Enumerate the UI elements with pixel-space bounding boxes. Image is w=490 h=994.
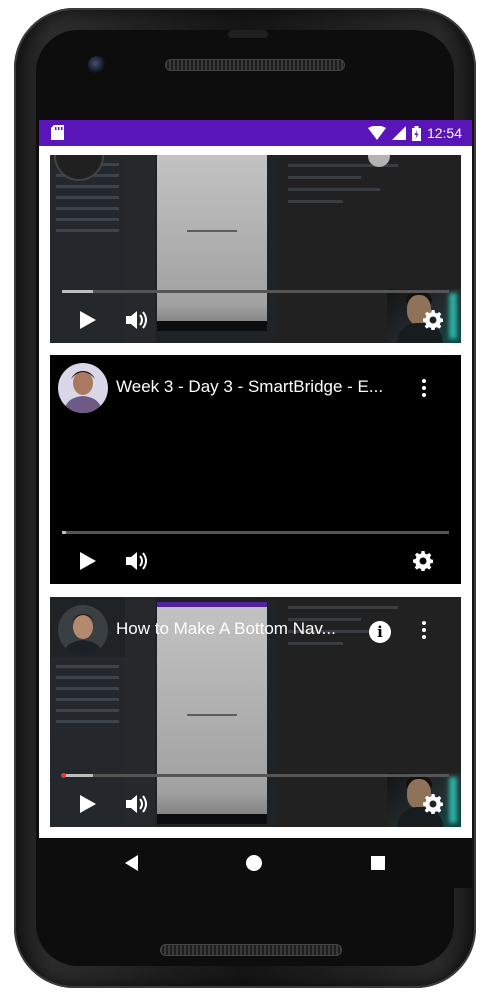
channel-avatar[interactable] <box>58 605 108 655</box>
navigation-bar <box>39 838 472 888</box>
video-player-card[interactable]: Week 3 - Day 3 - SmartBridge - E... <box>50 355 461 584</box>
video-player-card[interactable]: How to Make A Bottom Nav... i <box>50 597 461 827</box>
battery-icon <box>411 125 421 141</box>
channel-avatar[interactable] <box>58 363 108 413</box>
status-time: 12:54 <box>426 125 462 141</box>
signal-icon <box>391 126 406 140</box>
info-icon[interactable]: i <box>369 621 391 643</box>
play-icon[interactable] <box>80 311 96 329</box>
play-icon[interactable] <box>80 552 96 570</box>
device-screen: 12:54 Week 3 - Day 3 - SmartBridge - E..… <box>39 120 472 838</box>
more-options-icon[interactable] <box>421 620 427 640</box>
recents-icon[interactable] <box>371 856 385 870</box>
progress-fill <box>62 774 93 777</box>
gear-icon[interactable] <box>423 794 443 814</box>
home-icon[interactable] <box>246 855 262 871</box>
front-camera <box>88 56 106 74</box>
gear-icon[interactable] <box>423 310 443 330</box>
video-title[interactable]: How to Make A Bottom Nav... <box>116 619 336 639</box>
volume-icon[interactable] <box>126 551 150 571</box>
video-progress-bar[interactable] <box>62 290 449 293</box>
avatar-image <box>58 605 108 655</box>
progress-fill <box>62 531 66 534</box>
video-list[interactable]: Week 3 - Day 3 - SmartBridge - E... How … <box>39 146 472 838</box>
video-progress-bar[interactable] <box>61 773 449 778</box>
progress-scrubber[interactable] <box>61 773 66 778</box>
back-icon[interactable] <box>125 855 138 871</box>
more-options-icon[interactable] <box>421 378 427 398</box>
video-progress-bar[interactable] <box>62 531 449 534</box>
earpiece-slot <box>228 30 268 38</box>
status-right-group: 12:54 <box>367 124 462 142</box>
sd-card-icon <box>51 125 64 140</box>
volume-icon[interactable] <box>126 310 150 330</box>
wifi-icon <box>367 126 386 140</box>
status-bar: 12:54 <box>39 120 472 146</box>
play-icon[interactable] <box>80 795 96 813</box>
bottom-speaker-grille <box>160 944 342 956</box>
top-speaker-grille <box>165 59 345 71</box>
video-thumbnail <box>50 155 461 343</box>
progress-fill <box>62 290 93 293</box>
gear-icon[interactable] <box>413 551 433 571</box>
avatar-image <box>58 363 108 413</box>
volume-icon[interactable] <box>126 794 150 814</box>
video-player-card[interactable] <box>50 155 461 343</box>
video-title[interactable]: Week 3 - Day 3 - SmartBridge - E... <box>116 377 383 397</box>
